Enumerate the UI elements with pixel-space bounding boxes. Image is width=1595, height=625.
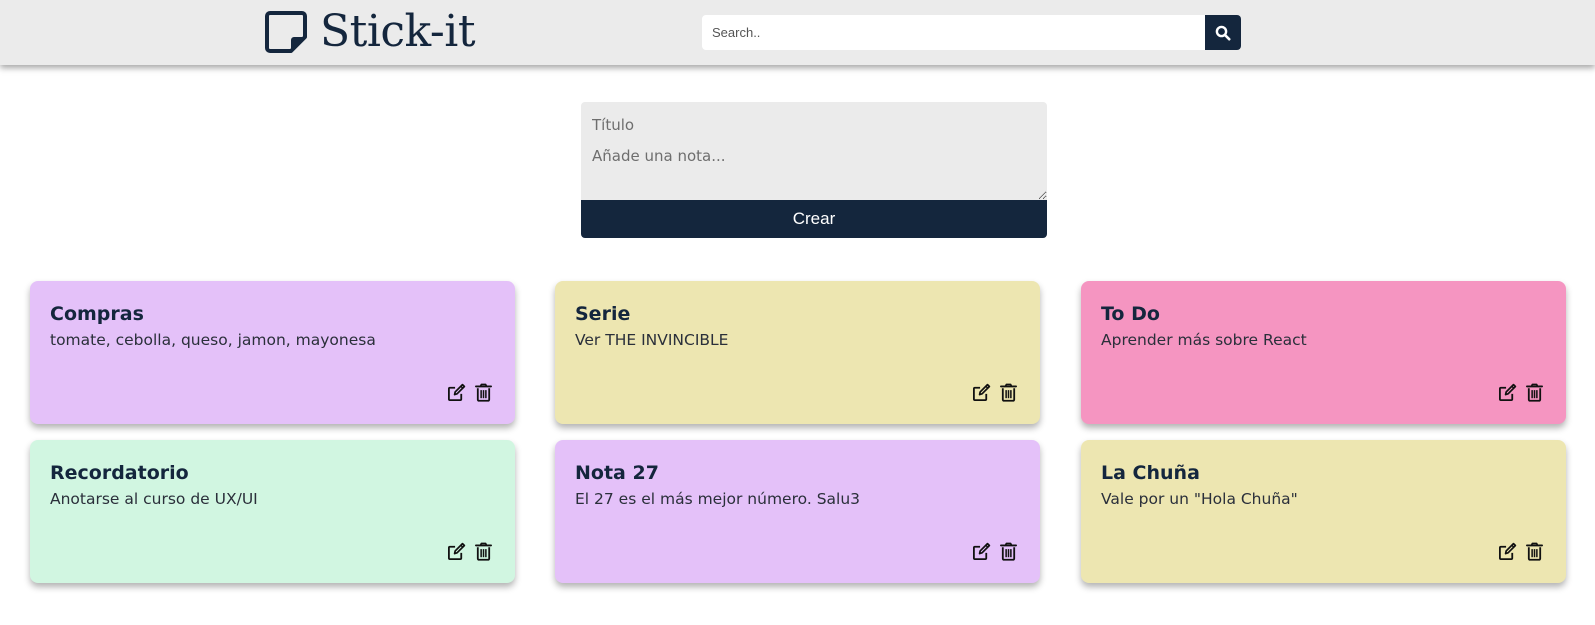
edit-icon[interactable] bbox=[447, 383, 466, 402]
top-bar: Stick-it bbox=[0, 0, 1595, 65]
note-title: Recordatorio bbox=[50, 462, 189, 484]
logo-text: Stick-it bbox=[320, 6, 476, 57]
search-button[interactable] bbox=[1205, 15, 1241, 50]
note-card: La Chuña Vale por un "Hola Chuña" bbox=[1081, 440, 1566, 583]
edit-icon[interactable] bbox=[447, 542, 466, 561]
search-bar bbox=[702, 15, 1241, 50]
note-card: Serie Ver THE INVINCIBLE bbox=[555, 281, 1040, 424]
trash-icon[interactable] bbox=[1525, 542, 1544, 561]
create-button[interactable]: Crear bbox=[581, 200, 1047, 238]
note-card: Nota 27 El 27 es el más mejor número. Sal… bbox=[555, 440, 1040, 583]
edit-icon[interactable] bbox=[972, 383, 991, 402]
trash-icon[interactable] bbox=[1525, 383, 1544, 402]
edit-icon[interactable] bbox=[1498, 542, 1517, 561]
note-body: Vale por un "Hola Chuña" bbox=[1101, 490, 1298, 508]
note-body: Ver THE INVINCIBLE bbox=[575, 331, 729, 349]
note-card: Compras tomate, cebolla, queso, jamon, ma… bbox=[30, 281, 515, 424]
note-actions bbox=[972, 542, 1018, 561]
sticky-note-icon bbox=[265, 11, 307, 53]
note-title: Nota 27 bbox=[575, 462, 659, 484]
edit-icon[interactable] bbox=[1498, 383, 1517, 402]
note-title: Serie bbox=[575, 303, 631, 325]
search-icon bbox=[1215, 25, 1231, 40]
trash-icon[interactable] bbox=[474, 383, 493, 402]
trash-icon[interactable] bbox=[999, 542, 1018, 561]
note-title: Compras bbox=[50, 303, 144, 325]
note-actions bbox=[447, 542, 493, 561]
note-body-textarea[interactable] bbox=[581, 139, 1047, 200]
note-actions bbox=[1498, 383, 1544, 402]
note-body: tomate, cebolla, queso, jamon, mayonesa bbox=[50, 331, 376, 349]
note-title-input[interactable] bbox=[581, 102, 1047, 139]
note-card: To Do Aprender más sobre React bbox=[1081, 281, 1566, 424]
note-body: Aprender más sobre React bbox=[1101, 331, 1307, 349]
note-actions bbox=[447, 383, 493, 402]
note-card: Recordatorio Anotarse al curso de UX/UI bbox=[30, 440, 515, 583]
note-title: La Chuña bbox=[1101, 462, 1200, 484]
trash-icon[interactable] bbox=[999, 383, 1018, 402]
note-body: Anotarse al curso de UX/UI bbox=[50, 490, 258, 508]
note-body: El 27 es el más mejor número. Salu3 bbox=[575, 490, 861, 508]
edit-icon[interactable] bbox=[972, 542, 991, 561]
note-title: To Do bbox=[1101, 303, 1160, 325]
search-input[interactable] bbox=[702, 15, 1205, 50]
create-note-form: Crear bbox=[581, 102, 1047, 238]
trash-icon[interactable] bbox=[474, 542, 493, 561]
logo[interactable]: Stick-it bbox=[264, 6, 476, 58]
note-actions bbox=[1498, 542, 1544, 561]
note-actions bbox=[972, 383, 1018, 402]
